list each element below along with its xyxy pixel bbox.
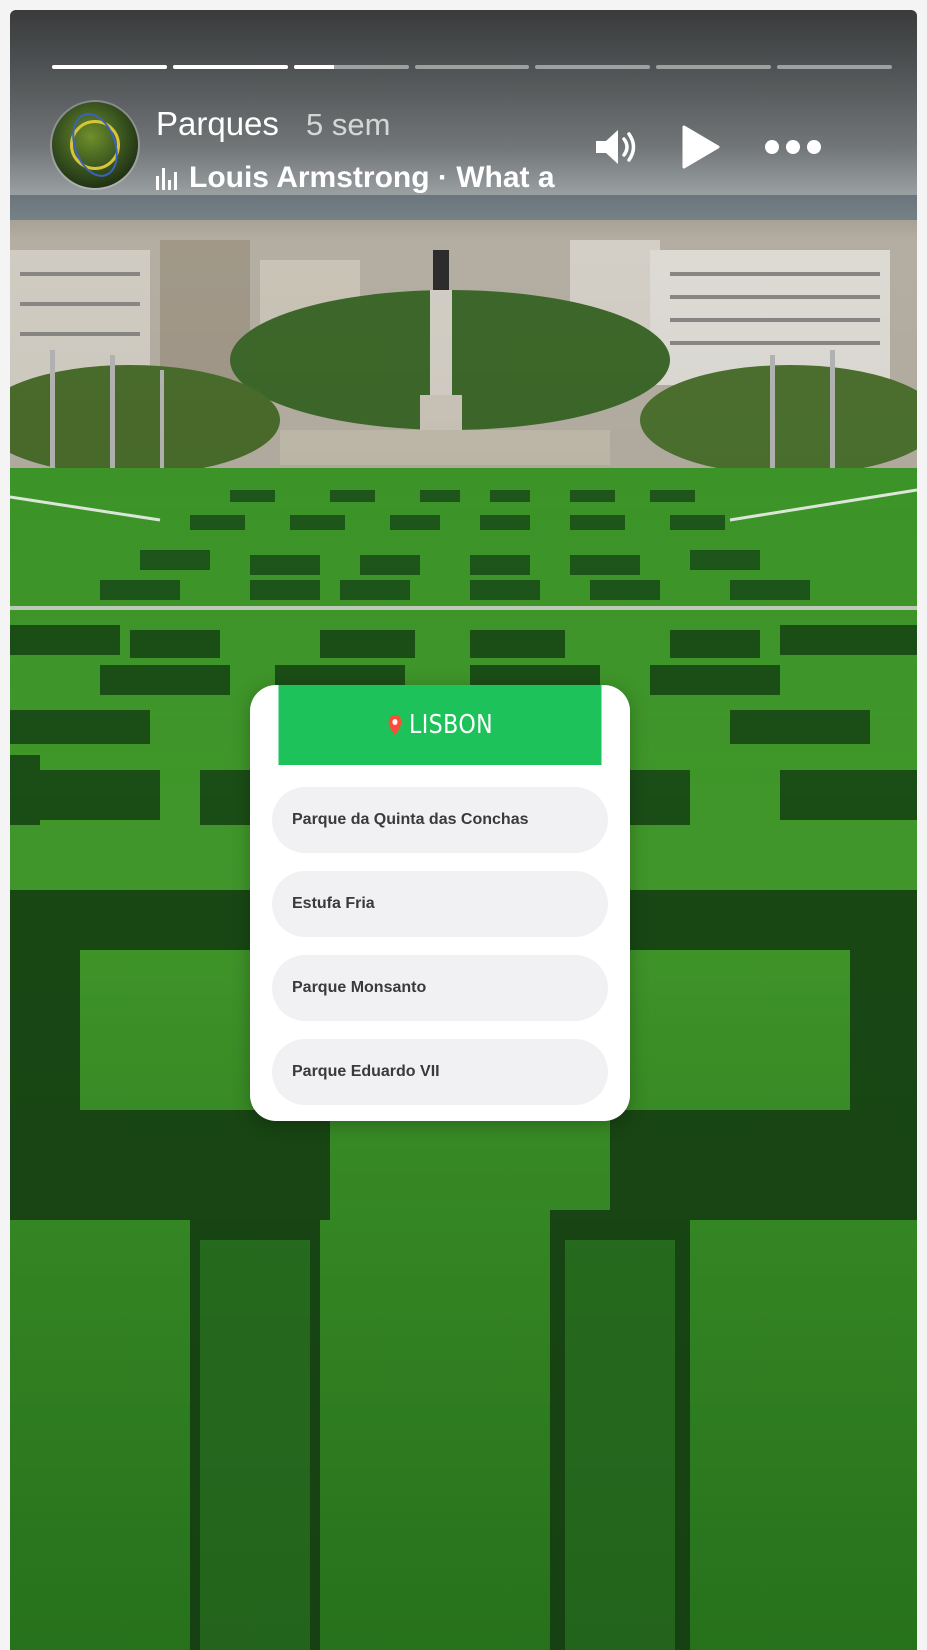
poll-option[interactable]: Parque Monsanto — [272, 955, 608, 1021]
progress-fill — [172, 65, 288, 69]
author-name[interactable]: Parques — [156, 105, 279, 143]
music-attribution[interactable]: Louis Armstrong · What a Wonderful World — [156, 158, 556, 198]
progress-fill — [52, 65, 167, 69]
progress-segment — [172, 65, 288, 69]
play-button[interactable] — [675, 122, 725, 172]
post-time: 5 sem — [306, 107, 391, 142]
progress-segment — [656, 65, 772, 69]
poll-option-label: Parque Eduardo VII — [292, 1063, 440, 1080]
poll-option[interactable]: Parque Eduardo VII — [272, 1039, 608, 1105]
play-icon — [682, 125, 720, 169]
progress-fill — [293, 65, 334, 69]
music-bars-icon — [156, 166, 177, 190]
progress-segment — [52, 65, 167, 69]
avatar[interactable] — [52, 102, 138, 188]
poll-title: LISBON — [408, 710, 494, 740]
music-track: Louis Armstrong · What a Wonderful World — [189, 161, 556, 194]
poll-option-label: Parque Monsanto — [292, 979, 427, 996]
story-viewer: Parques 5 sem Louis Armstrong · What a W… — [10, 10, 917, 1650]
poll-option[interactable]: Estufa Fria — [272, 871, 608, 937]
volume-button[interactable] — [592, 122, 642, 172]
progress-segment — [293, 65, 409, 69]
poll-option-label: Parque da Quinta das Conchas — [292, 811, 529, 828]
poll-sticker: LISBON Parque da Quinta das Conchas Estu… — [250, 685, 630, 1121]
poll-option[interactable]: Parque da Quinta das Conchas — [272, 787, 608, 853]
poll-option-label: Estufa Fria — [292, 895, 375, 912]
progress-segment — [535, 65, 651, 69]
volume-icon — [596, 130, 636, 164]
more-options-button[interactable] — [762, 122, 824, 172]
more-icon — [765, 140, 821, 154]
progress-segment — [777, 65, 893, 69]
avatar-orbit — [63, 106, 127, 184]
story-progress-bar — [52, 65, 893, 71]
location-pin-icon — [388, 715, 401, 735]
poll-header: LISBON — [278, 685, 602, 765]
progress-segment — [414, 65, 530, 69]
